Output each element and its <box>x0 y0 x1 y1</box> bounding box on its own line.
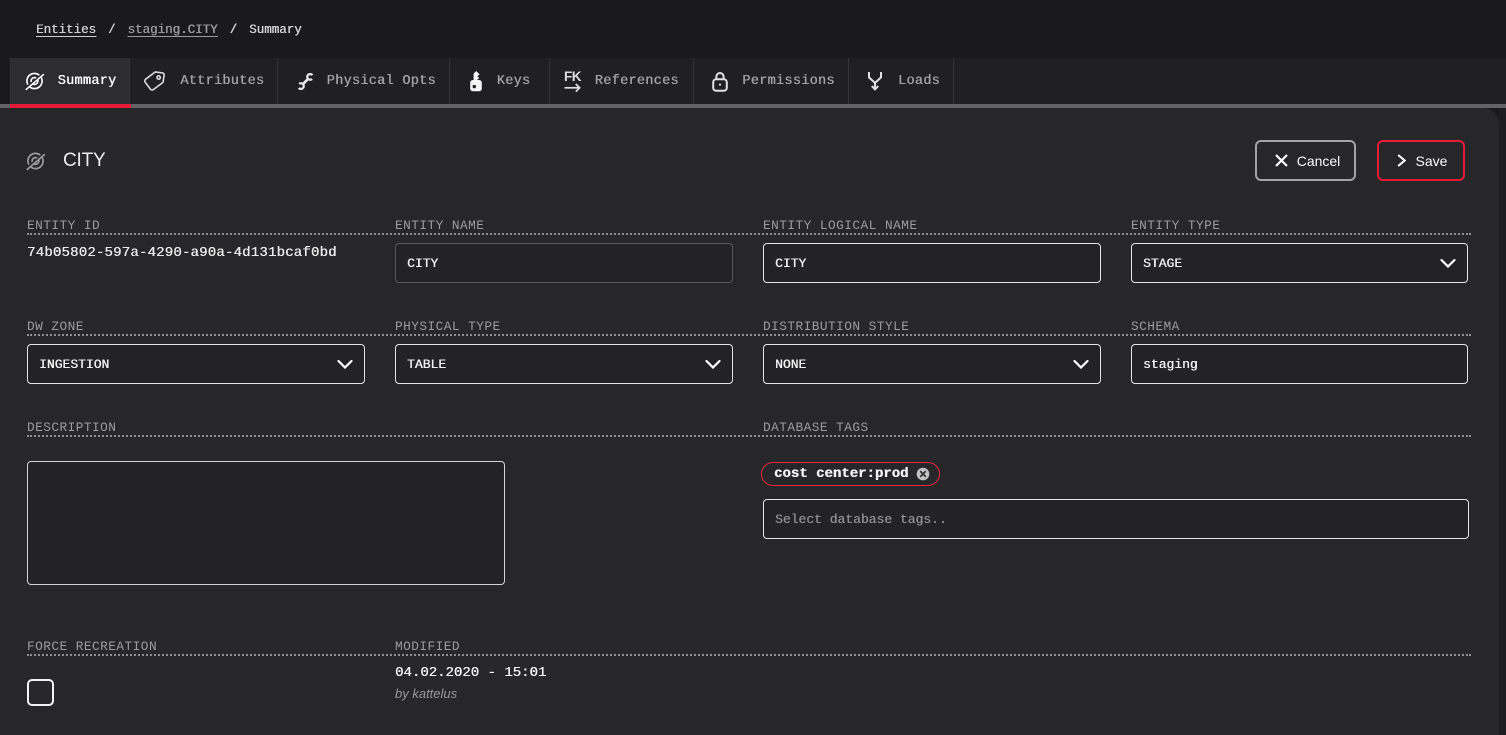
svg-text:FK: FK <box>564 69 582 84</box>
